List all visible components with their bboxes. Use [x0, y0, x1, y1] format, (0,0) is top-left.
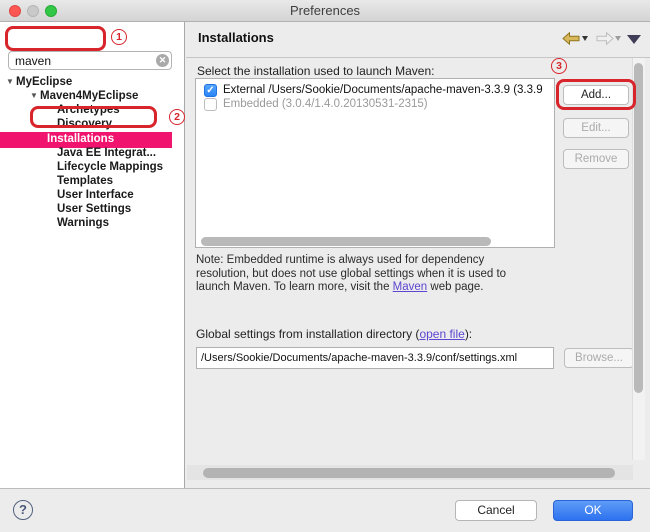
chevron-expanded-icon[interactable]: ▼	[30, 91, 38, 100]
page-title: Installations	[198, 30, 274, 45]
checkbox-checked-icon[interactable]: ✓	[204, 84, 217, 97]
maven-web-page-link[interactable]: Maven	[393, 281, 428, 293]
view-menu-icon[interactable]	[627, 35, 641, 44]
sidebar-item-warnings[interactable]: Warnings	[0, 217, 185, 231]
preferences-sidebar: ✕ ▼ MyEclipse ▼ Maven4MyEclipse Archetyp…	[0, 22, 185, 488]
sidebar-item-user-settings[interactable]: User Settings	[0, 203, 185, 217]
sidebar-item-archetypes[interactable]: Archetypes	[0, 104, 185, 118]
sidebar-item-installations[interactable]: Installations	[0, 133, 185, 147]
checkbox-unchecked-icon[interactable]	[204, 98, 217, 111]
sidebar-item-myeclipse[interactable]: ▼ MyEclipse	[0, 76, 185, 90]
global-settings-path-field[interactable]	[196, 347, 554, 369]
back-arrow-icon[interactable]	[562, 32, 580, 45]
list-horizontal-scrollbar[interactable]	[201, 237, 491, 246]
back-history-caret-icon[interactable]	[582, 36, 588, 41]
sidebar-item-java-ee-integration[interactable]: Java EE Integrat...	[0, 147, 185, 161]
preferences-window: Preferences ✕ ▼ MyEclipse ▼ Maven4MyEcli…	[0, 0, 650, 532]
installation-row-external[interactable]: ✓ External /Users/Sookie/Documents/apach…	[196, 84, 554, 97]
select-installation-label: Select the installation used to launch M…	[197, 64, 434, 78]
ok-button[interactable]: OK	[553, 500, 633, 521]
clear-search-icon[interactable]: ✕	[156, 54, 169, 67]
panel-vertical-scrollbar-thumb[interactable]	[634, 63, 643, 393]
sidebar-item-discovery[interactable]: Discovery	[0, 118, 185, 132]
forward-arrow-icon[interactable]	[596, 32, 614, 45]
embedded-runtime-note: Note: Embedded runtime is always used fo…	[196, 254, 576, 295]
sidebar-item-user-interface[interactable]: User Interface	[0, 189, 185, 203]
add-button[interactable]: Add...	[563, 85, 629, 105]
forward-history-caret-icon[interactable]	[615, 36, 621, 41]
header-divider	[186, 57, 650, 58]
installations-panel: Installations Select the installation us…	[186, 22, 650, 488]
help-icon[interactable]: ?	[13, 500, 33, 520]
panel-horizontal-scrollbar-thumb[interactable]	[203, 468, 615, 478]
title-bar: Preferences	[0, 0, 650, 22]
edit-button[interactable]: Edit...	[563, 118, 629, 138]
filter-search-input[interactable]	[8, 51, 172, 70]
remove-button[interactable]: Remove	[563, 149, 629, 169]
installations-list: ✓ External /Users/Sookie/Documents/apach…	[195, 78, 555, 248]
dialog-footer: ? Cancel OK	[0, 488, 650, 532]
open-file-link[interactable]: open file	[419, 327, 464, 341]
chevron-expanded-icon[interactable]: ▼	[6, 77, 14, 86]
installation-row-embedded[interactable]: Embedded (3.0.4/1.4.0.20130531-2315)	[196, 98, 554, 111]
sidebar-item-lifecycle-mappings[interactable]: Lifecycle Mappings	[0, 161, 185, 175]
cancel-button[interactable]: Cancel	[455, 500, 537, 521]
sidebar-item-maven4myeclipse[interactable]: ▼ Maven4MyEclipse	[0, 90, 185, 104]
global-settings-label: Global settings from installation direct…	[196, 327, 472, 341]
sidebar-item-templates[interactable]: Templates	[0, 175, 185, 189]
browse-button[interactable]: Browse...	[564, 348, 634, 368]
window-title: Preferences	[0, 0, 650, 22]
